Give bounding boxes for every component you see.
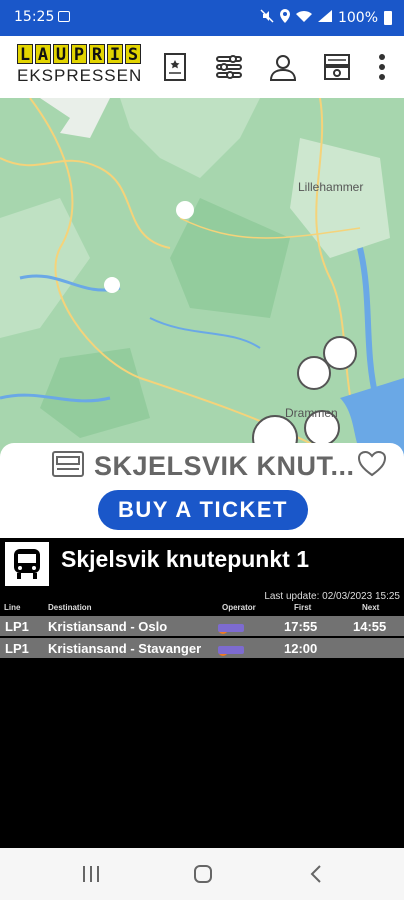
battery-percent: 100% bbox=[337, 10, 378, 26]
account-icon[interactable] bbox=[266, 50, 300, 84]
logo-top: L A U P R I S bbox=[17, 44, 141, 65]
logo-bottom: EKSPRESSEN bbox=[17, 66, 143, 85]
buy-ticket-button[interactable]: BUY A TICKET bbox=[98, 490, 308, 530]
stop-panel: SKJELSVIK KNUT... BUY A TICKET bbox=[0, 443, 404, 538]
location-icon bbox=[279, 9, 290, 27]
departure-first: 17:55 bbox=[284, 619, 318, 634]
home-icon[interactable] bbox=[193, 864, 213, 889]
recent-apps-icon[interactable] bbox=[81, 865, 101, 888]
status-bar: 15:25 100% bbox=[0, 0, 404, 36]
departure-line: LP1 bbox=[5, 619, 29, 634]
filter-sliders-icon[interactable] bbox=[212, 50, 246, 84]
overflow-menu-icon[interactable] bbox=[365, 50, 399, 84]
map-terrain bbox=[0, 98, 404, 458]
mute-icon bbox=[260, 9, 274, 27]
departure-row[interactable]: LP1 Kristiansand - Oslo 17:55 14:55 bbox=[0, 616, 404, 636]
map-city-label: Drammen bbox=[285, 406, 338, 420]
favorite-heart-icon[interactable] bbox=[357, 450, 387, 482]
map-city-label: Lillehammer bbox=[298, 180, 364, 194]
departure-destination: Kristiansand - Stavanger bbox=[48, 641, 202, 656]
last-update: Last update: 02/03/2023 15:25 bbox=[264, 591, 400, 602]
bus-stop-icon bbox=[52, 451, 84, 482]
wifi-icon bbox=[295, 10, 312, 26]
app-logo[interactable]: L A U P R I S EKSPRESSEN bbox=[17, 44, 141, 90]
departure-next: 14:55 bbox=[353, 619, 387, 634]
departure-row[interactable]: LP1 Kristiansand - Stavanger 12:00 bbox=[0, 638, 404, 658]
departure-first: 12:00 bbox=[284, 641, 318, 656]
image-notification-icon bbox=[58, 11, 70, 22]
app-bar: L A U P R I S EKSPRESSEN bbox=[0, 36, 404, 98]
departure-destination: Kristiansand - Oslo bbox=[48, 619, 168, 634]
signal-icon bbox=[317, 10, 332, 26]
status-time: 15:25 bbox=[14, 9, 55, 25]
battery-icon bbox=[384, 11, 392, 25]
bus-icon bbox=[5, 542, 49, 586]
departure-board: Skjelsvik knutepunkt 1 Last update: 02/0… bbox=[0, 538, 404, 848]
stop-title: SKJELSVIK KNUT... bbox=[94, 451, 355, 481]
system-nav-bar bbox=[0, 848, 404, 900]
departure-line: LP1 bbox=[5, 641, 29, 656]
board-stop-name: Skjelsvik knutepunkt 1 bbox=[61, 545, 309, 572]
board-column-headers: Line Destination Operator First Next bbox=[4, 603, 380, 612]
map-view[interactable]: Lillehammer Drammen bbox=[0, 98, 404, 458]
back-icon[interactable] bbox=[310, 864, 322, 889]
bus-ticket-icon[interactable] bbox=[320, 50, 354, 84]
ticket-card-icon[interactable] bbox=[158, 50, 192, 84]
